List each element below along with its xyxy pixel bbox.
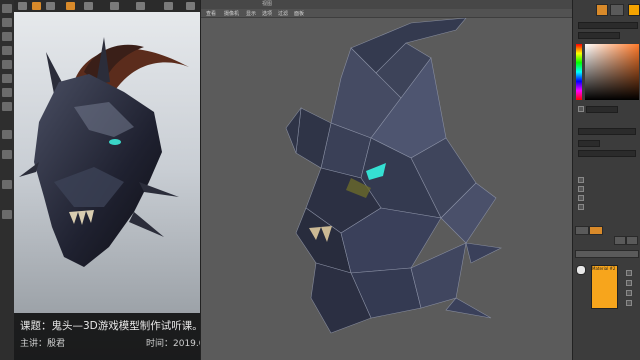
option-checkbox-1[interactable] xyxy=(578,106,584,112)
model-icon[interactable] xyxy=(2,74,12,83)
texture-field[interactable] xyxy=(578,128,636,135)
workplane-icon[interactable] xyxy=(2,180,12,189)
live-select-icon[interactable] xyxy=(2,4,12,13)
color-field[interactable] xyxy=(578,22,638,29)
mode-dropdown[interactable] xyxy=(578,140,600,147)
material-checkbox-3[interactable] xyxy=(626,290,632,296)
option-checkbox-2[interactable] xyxy=(578,177,584,183)
move-icon[interactable] xyxy=(32,2,41,10)
viewport-title: 视图 xyxy=(262,1,273,7)
brightness-field[interactable] xyxy=(578,32,620,39)
material-list-header xyxy=(575,250,639,258)
demon-head-illustration xyxy=(19,37,189,267)
option-field-1[interactable] xyxy=(586,106,618,113)
course-title: 课题：鬼头—3D游戏模型制作试听课。 xyxy=(20,320,203,332)
material-swatch[interactable] xyxy=(591,265,618,309)
polygon-icon[interactable] xyxy=(2,32,12,41)
material-checkbox-2[interactable] xyxy=(626,280,632,286)
material-name: Material #2 xyxy=(592,266,616,271)
material-tool-1[interactable] xyxy=(614,236,626,245)
edge-icon[interactable] xyxy=(2,46,12,55)
option-checkbox-5[interactable] xyxy=(578,204,584,210)
object-mode-button[interactable] xyxy=(596,4,608,16)
option-checkbox-3[interactable] xyxy=(578,186,584,192)
material-tab-1[interactable] xyxy=(575,226,589,235)
option-checkbox-4[interactable] xyxy=(578,195,584,201)
deformer-icon[interactable] xyxy=(164,2,173,10)
sculpt-icon[interactable] xyxy=(2,210,12,219)
material-tool-2[interactable] xyxy=(626,236,638,245)
menu-filter[interactable]: 过滤 xyxy=(278,10,288,17)
menu-camera[interactable]: 摄像机 xyxy=(224,10,239,17)
axis-icon[interactable] xyxy=(2,102,12,111)
light-icon[interactable] xyxy=(136,2,145,10)
scene-icon[interactable] xyxy=(186,2,195,10)
snap-icon[interactable] xyxy=(2,130,12,139)
material-tab-2[interactable] xyxy=(589,226,603,235)
reference-image xyxy=(14,12,200,360)
viewport-menubar xyxy=(201,9,572,18)
material-checkbox-1[interactable] xyxy=(626,270,632,276)
texture-icon[interactable] xyxy=(2,88,12,97)
menu-panel[interactable]: 面板 xyxy=(294,10,304,17)
menu-options[interactable]: 选项 xyxy=(262,10,272,17)
camera-icon[interactable] xyxy=(110,2,119,10)
material-checkbox-4[interactable] xyxy=(626,300,632,306)
layer-button[interactable] xyxy=(610,4,624,16)
tool-strip xyxy=(0,0,15,360)
course-author: 主讲：殷君 xyxy=(20,339,66,349)
brush-icon[interactable] xyxy=(2,18,12,27)
scale-icon[interactable] xyxy=(66,2,75,10)
menu-display[interactable]: 显示 xyxy=(246,10,256,17)
select-icon[interactable] xyxy=(18,2,27,10)
render-icon[interactable] xyxy=(84,2,93,10)
point-icon[interactable] xyxy=(2,60,12,69)
material-preview-icon[interactable] xyxy=(576,265,586,275)
color-picker[interactable] xyxy=(585,44,639,100)
hue-slider[interactable] xyxy=(576,44,582,100)
mix-strength-slider[interactable] xyxy=(578,150,636,157)
color-swatch[interactable] xyxy=(628,4,640,16)
rotate-icon[interactable] xyxy=(46,2,55,10)
menu-view[interactable]: 查看 xyxy=(206,10,216,17)
lowpoly-head-model[interactable] xyxy=(201,18,572,360)
lock-icon[interactable] xyxy=(2,150,12,159)
